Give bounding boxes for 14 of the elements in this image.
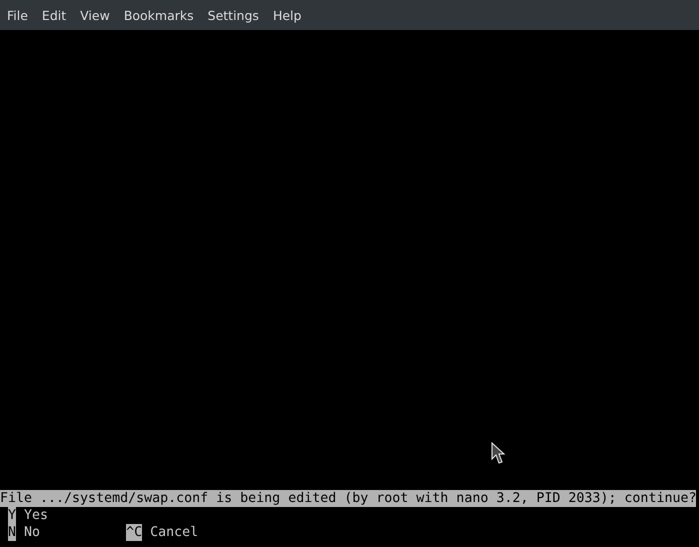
- menu-item[interactable]: Help: [266, 8, 308, 22]
- menu-item[interactable]: Bookmarks: [116, 8, 201, 22]
- shortcut-label: Yes: [24, 507, 48, 524]
- menu-item[interactable]: View: [73, 8, 117, 22]
- menu-item[interactable]: File: [0, 8, 35, 22]
- shortcut-key: Y: [8, 507, 16, 524]
- shortcut-label: No: [24, 524, 40, 541]
- shortcut-key: ^C: [126, 524, 142, 541]
- menu-item[interactable]: Edit: [34, 8, 74, 22]
- shortcut-label: Cancel: [150, 524, 198, 541]
- shortcut-key: N: [8, 524, 16, 541]
- prompt-text: File .../systemd/swap.conf is being edited (by root with nano 3.2, PID 2033); continue?: [0, 490, 696, 507]
- menu-item[interactable]: Settings: [200, 8, 266, 22]
- mouse-pointer-icon: [491, 442, 505, 464]
